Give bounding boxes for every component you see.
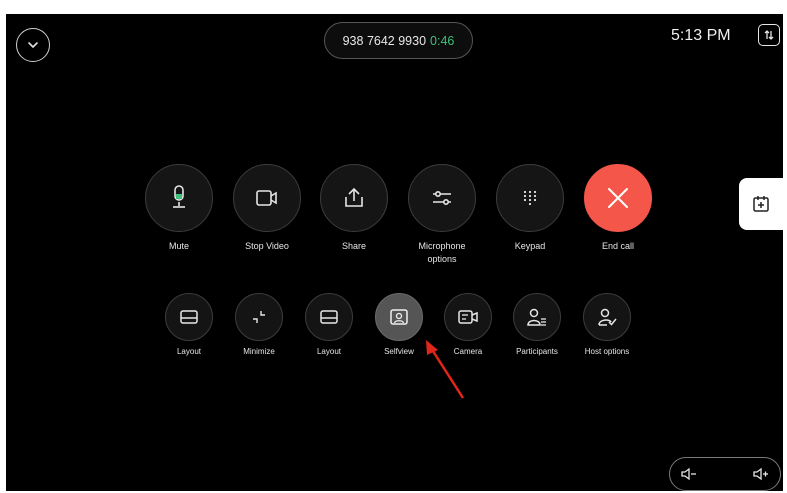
add-to-calendar-tab[interactable] <box>739 178 783 230</box>
call-screen: 938 7642 9930 0:46 5:13 PM Mute Stop Vid… <box>6 14 783 491</box>
volume-down-icon[interactable] <box>680 466 698 482</box>
annotation-arrow <box>426 340 465 399</box>
volume-control[interactable] <box>669 457 781 491</box>
calendar-add-icon <box>753 196 769 212</box>
volume-up-icon[interactable] <box>752 466 770 482</box>
